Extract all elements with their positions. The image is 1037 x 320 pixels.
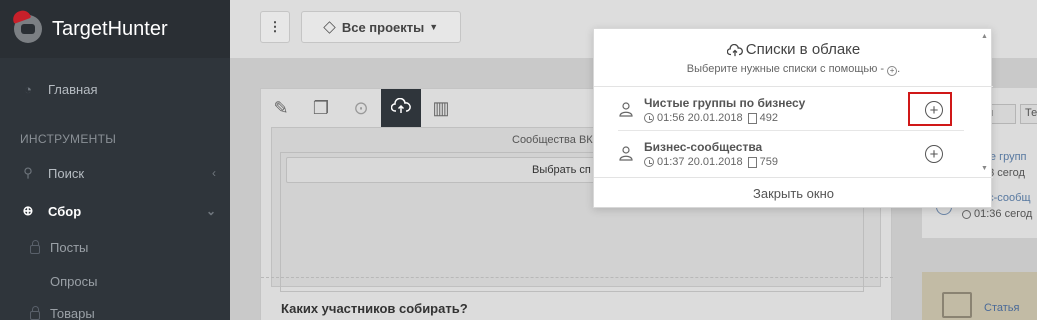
tab-location[interactable]: ⊙ — [341, 89, 381, 127]
list-item-name: Бизнес-сообщества — [644, 140, 763, 154]
sidebar-item-home[interactable]: ◔ Главная — [20, 82, 97, 97]
layers-icon — [323, 20, 336, 34]
chevron-down-icon: ⌄ — [205, 204, 216, 218]
list-item-meta: 01:37 20.01.2018 759 — [644, 156, 778, 168]
plus-circle-icon: + — [887, 66, 898, 76]
modal-title: Списки в облаке — [594, 41, 993, 58]
sidebar-item-label: Главная — [48, 82, 98, 97]
sidebar-subitem-polls[interactable]: Опросы — [50, 274, 97, 289]
tab-book[interactable]: ▥ — [421, 89, 461, 127]
highlight-box — [908, 92, 952, 126]
clock-icon — [962, 209, 971, 219]
logo-icon — [14, 15, 42, 43]
sidebar-subitem-goods[interactable]: Товары — [30, 306, 95, 320]
list-item-count: 759 — [759, 156, 778, 168]
modal-title-text: Списки в облаке — [745, 41, 861, 58]
user-icon — [618, 145, 634, 161]
sidebar-subitem-posts[interactable]: Посты — [30, 240, 88, 255]
cloud-upload-icon — [726, 43, 743, 56]
tab-edit[interactable]: ✎ — [261, 89, 301, 127]
clock-icon — [644, 113, 654, 123]
sidebar-subitem-label: Посты — [50, 240, 89, 255]
list-item-name: Чистые группы по бизнесу — [644, 96, 806, 110]
modal-subtitle-end: . — [897, 63, 901, 75]
sidebar-item-search[interactable]: ⚲ Поиск ‹ — [20, 165, 216, 181]
user-icon — [618, 101, 634, 117]
history-time-text: 01:36 сегод — [974, 208, 1033, 220]
book-icon: ▥ — [432, 97, 450, 118]
sidebar-item-label: Сбор — [48, 203, 82, 219]
add-list-button[interactable]: + — [925, 145, 943, 163]
source-tabs: ✎ ❐ ⊙ ▥ — [261, 89, 461, 127]
projects-label: Все проекты — [341, 19, 425, 35]
list-item-time: 01:37 20.01.2018 — [657, 156, 743, 168]
tab-cloud[interactable] — [381, 89, 421, 127]
sidebar-section-title: ИНСТРУМЕНТЫ — [20, 132, 117, 146]
lock-icon — [30, 240, 40, 254]
list-item-meta: 01:56 20.01.2018 492 — [644, 112, 778, 124]
tab-copy[interactable]: ❐ — [301, 89, 341, 127]
sidebar-item-collect[interactable]: ⊕ Сбор ⌄ — [20, 203, 216, 219]
vk-communities-label: Сообщества ВК — [512, 134, 593, 146]
map-marker-icon: ⊙ — [353, 97, 369, 118]
list-item-count: 492 — [759, 112, 778, 124]
pencil-icon: ✎ — [273, 97, 289, 118]
article-link[interactable]: Статья — [984, 302, 1019, 314]
tab-templates[interactable]: Те — [1020, 104, 1037, 124]
logo-text: TargetHunter — [52, 17, 168, 40]
document-icon — [747, 156, 757, 168]
cloud-upload-icon — [390, 97, 411, 119]
modal-subtitle: Выберите нужные списки с помощью - +. — [594, 63, 993, 76]
caret-down-icon: ▼ — [429, 22, 439, 32]
divider — [261, 277, 893, 278]
modal-subtitle-text: Выберите нужные списки с помощью - — [686, 63, 888, 75]
modal-header: Списки в облаке Выберите нужные списки с… — [594, 29, 993, 87]
dashboard-icon: ◔ — [24, 82, 32, 97]
menu-button[interactable]: ⋮ — [260, 11, 290, 43]
search-plus-icon: ⊕ — [22, 203, 34, 218]
document-icon — [747, 112, 757, 124]
clock-icon — [644, 157, 654, 167]
lock-icon — [30, 306, 40, 320]
video-icon — [942, 292, 972, 318]
close-modal-button[interactable]: Закрыть окно — [594, 177, 993, 209]
sidebar: TargetHunter ◔ Главная ИНСТРУМЕНТЫ ⚲ Пои… — [0, 0, 230, 320]
sidebar-subitem-label: Опросы — [50, 274, 98, 289]
sidebar-subitem-label: Товары — [50, 306, 95, 320]
article-card[interactable]: Статья — [922, 272, 1037, 320]
cloud-lists-modal: Списки в облаке Выберите нужные списки с… — [593, 28, 993, 209]
modal-scrollbar[interactable]: ▲ ▼ — [978, 29, 992, 177]
projects-dropdown[interactable]: Все проекты ▼ — [301, 11, 461, 43]
list-item-time: 01:56 20.01.2018 — [657, 112, 743, 124]
logo[interactable]: TargetHunter — [0, 0, 230, 58]
history-time: 01:36 сегод — [962, 208, 1032, 220]
section-question: Каких участников собирать? — [281, 301, 468, 316]
sidebar-item-label: Поиск — [48, 165, 85, 181]
scroll-down-icon[interactable]: ▼ — [981, 165, 988, 172]
search-icon: ⚲ — [23, 165, 33, 180]
list-item: Бизнес-сообщества 01:37 20.01.2018 759 + — [618, 133, 964, 175]
scroll-up-icon[interactable]: ▲ — [981, 33, 988, 40]
copy-icon: ❐ — [312, 97, 330, 118]
chevron-left-icon: ‹ — [212, 166, 216, 180]
